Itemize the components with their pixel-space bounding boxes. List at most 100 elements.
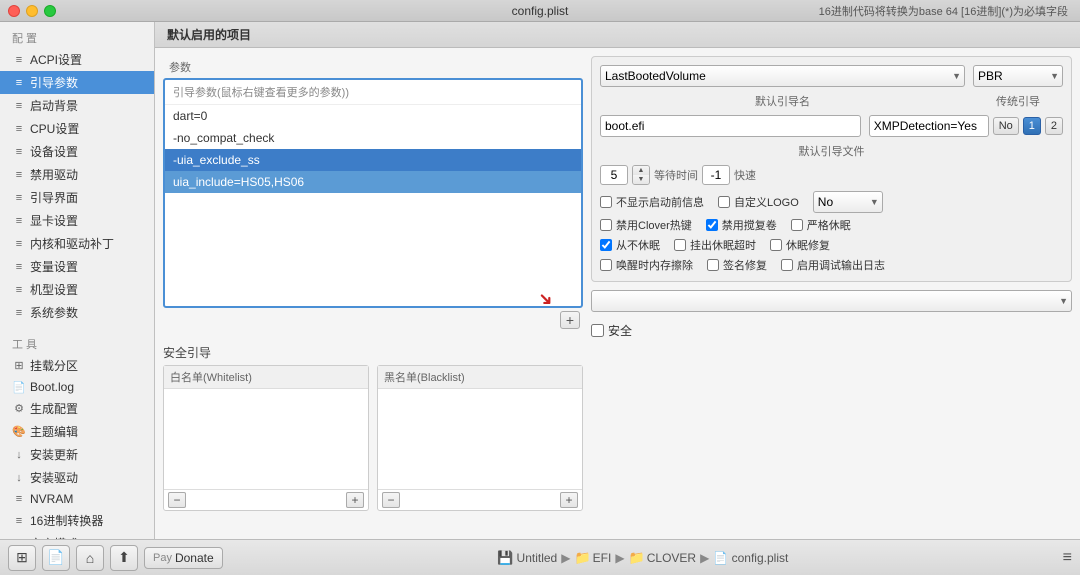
param-item-compat[interactable]: -no_compat_check — [165, 127, 581, 149]
sidebar-item-genconfig[interactable]: ⚙ 生成配置 — [0, 397, 154, 420]
sidebar-item-bootbg[interactable]: ≡ 启动背景 — [0, 94, 154, 117]
content-title: 默认启用的项目 — [167, 28, 251, 42]
sidebar-item-mount[interactable]: ⊞ 挂载分区 — [0, 354, 154, 377]
wait-time-stepper[interactable]: ▲ ▼ — [632, 165, 650, 185]
sign-repair-checkbox[interactable] — [707, 259, 719, 271]
maximize-button[interactable] — [44, 5, 56, 17]
no-eject-checkbox[interactable] — [600, 239, 612, 251]
add-param-button[interactable]: + — [560, 311, 580, 329]
sidebar-item-driver[interactable]: ↓ 安装驱动 — [0, 466, 154, 489]
sidebar-item-hex[interactable]: ≡ 16进制转换器 — [0, 509, 154, 532]
wakeup-timeout-checkbox[interactable] — [674, 239, 686, 251]
param-item-uia-exclude[interactable]: -uia_exclude_ss — [165, 149, 581, 171]
sec-input-row: ▼ — [591, 290, 1072, 312]
sidebar-item-forbidden[interactable]: ≡ 禁用驱动 — [0, 163, 154, 186]
sidebar-item-card[interactable]: ≡ 显卡设置 — [0, 209, 154, 232]
breadcrumb-efi: 📁 EFI — [574, 550, 611, 566]
hibernate-restore-item[interactable]: 休眠修复 — [770, 237, 830, 253]
wait-label: 等待时间 — [654, 167, 698, 183]
strict-sleep-item[interactable]: 严格休眠 — [791, 217, 851, 233]
list-icon: ≡ — [12, 238, 26, 250]
add-btn-row: + — [163, 308, 583, 332]
sidebar-item-bootargs[interactable]: ≡ 引导参数 — [0, 71, 154, 94]
no-boot-banner-item[interactable]: 不显示启动前信息 — [600, 194, 704, 210]
speed-input[interactable] — [702, 165, 730, 185]
minimize-button[interactable] — [26, 5, 38, 17]
sidebar-item-nvram[interactable]: ≡ NVRAM — [0, 489, 154, 509]
stepper-up-button[interactable]: ▲ — [633, 166, 649, 175]
quick-label: 快速 — [734, 167, 756, 183]
sidebar-item-update[interactable]: ↓ 安装更新 — [0, 443, 154, 466]
legacy-boot-select[interactable]: PBR — [973, 65, 1063, 87]
legacy-boot-label: 传统引导 — [996, 96, 1040, 108]
strict-hibernate-checkbox[interactable] — [706, 219, 718, 231]
logo-select[interactable]: No — [813, 191, 883, 213]
whitelist-minus-button[interactable]: − — [168, 492, 186, 508]
params-section-label: 参数 — [163, 56, 583, 78]
xmp-1-button[interactable]: 1 — [1023, 117, 1041, 135]
sidebar-item-device[interactable]: ≡ 设备设置 — [0, 140, 154, 163]
debug-log-checkbox[interactable] — [781, 259, 793, 271]
xmp-input[interactable] — [869, 115, 989, 137]
secure-checkbox[interactable] — [591, 324, 604, 337]
toolbar-btn-2[interactable]: 📄 — [42, 545, 70, 571]
params-section: 参数 引导参数(鼠标右键查看更多的参数)) dart=0 -no_compat_… — [163, 56, 583, 332]
security-section-label: 安全引导 — [163, 340, 583, 365]
blacklist-minus-button[interactable]: − — [382, 492, 400, 508]
sidebar-item-bootui[interactable]: ≡ 引导界面 — [0, 186, 154, 209]
sidebar-item-sysparams[interactable]: ≡ 系统参数 — [0, 301, 154, 324]
strict-hibernate-item[interactable]: 禁用搅复卷 — [706, 217, 777, 233]
wakeup-timeout-item[interactable]: 挂出休眠超时 — [674, 237, 756, 253]
hibernate-restore-checkbox[interactable] — [770, 239, 782, 251]
close-button[interactable] — [8, 5, 20, 17]
toolbar-btn-1[interactable]: ⊞ — [8, 545, 36, 571]
sidebar-item-kernel[interactable]: ≡ 内核和驱动补丁 — [0, 232, 154, 255]
no-eject-item[interactable]: 从不休眠 — [600, 237, 660, 253]
sidebar-item-bootlog[interactable]: 📄 Boot.log — [0, 377, 154, 397]
wakeup-clear-mem-item[interactable]: 唤醒时内存擦除 — [600, 257, 693, 273]
sidebar-item-theme[interactable]: 🎨 主题编辑 — [0, 420, 154, 443]
breadcrumb-sep-3: ▶ — [700, 551, 709, 565]
blacklist-plus-button[interactable]: + — [560, 492, 578, 508]
toolbar-btn-4[interactable]: ⬆ — [110, 545, 138, 571]
menu-icon[interactable]: ≡ — [1063, 549, 1072, 567]
params-list[interactable]: 引导参数(鼠标右键查看更多的参数)) dart=0 -no_compat_che… — [163, 78, 583, 308]
list-icon: ≡ — [12, 54, 26, 66]
strict-sleep-checkbox[interactable] — [791, 219, 803, 231]
stepper-down-button[interactable]: ▼ — [633, 175, 649, 184]
sign-repair-item[interactable]: 签名修复 — [707, 257, 767, 273]
default-file-input[interactable] — [600, 115, 861, 137]
toolbar-btn-3[interactable]: ⌂ — [76, 545, 104, 571]
download-icon: ↓ — [12, 472, 26, 484]
wakeup-clear-mem-checkbox[interactable] — [600, 259, 612, 271]
breadcrumb-disk: 💾 Untitled — [497, 550, 557, 566]
wait-time-input[interactable] — [600, 165, 628, 185]
xmp-2-button[interactable]: 2 — [1045, 117, 1063, 135]
debug-log-item[interactable]: 启用调试输出日志 — [781, 257, 885, 273]
secure-check-item[interactable]: 安全 — [591, 322, 1072, 339]
donate-button[interactable]: Pay Donate — [144, 547, 223, 569]
custom-logo-item[interactable]: 自定义LOGO — [718, 194, 799, 210]
sidebar-item-vars[interactable]: ≡ 变量设置 — [0, 255, 154, 278]
sidebar-item-mactype[interactable]: ≡ 机型设置 — [0, 278, 154, 301]
default-volume-select[interactable]: LastBootedVolume — [600, 65, 965, 87]
no-clover-key-checkbox[interactable] — [600, 219, 612, 231]
whitelist-plus-button[interactable]: + — [346, 492, 364, 508]
no-boot-banner-checkbox[interactable] — [600, 196, 612, 208]
security-select[interactable] — [591, 290, 1072, 312]
sidebar-item-cpu[interactable]: ≡ CPU设置 — [0, 117, 154, 140]
no-clover-key-item[interactable]: 禁用Clover热键 — [600, 217, 692, 233]
xmp-no-button[interactable]: No — [993, 117, 1019, 135]
sidebar-item-textmode[interactable]: A 文字模式 — [0, 532, 154, 539]
palette-icon: 🎨 — [12, 425, 26, 438]
param-item-dart[interactable]: dart=0 — [165, 105, 581, 127]
custom-logo-checkbox[interactable] — [718, 196, 730, 208]
file-icon: 📄 — [47, 549, 64, 566]
disk-icon: 💾 — [497, 550, 513, 565]
list-icon: ≡ — [12, 123, 26, 135]
list-icon: ≡ — [12, 215, 26, 227]
param-item-uia-include[interactable]: uia_include=HS05,HS06 — [165, 171, 581, 193]
blacklist-content[interactable] — [378, 389, 582, 489]
whitelist-content[interactable] — [164, 389, 368, 489]
sidebar-item-acpi[interactable]: ≡ ACPI设置 — [0, 48, 154, 71]
